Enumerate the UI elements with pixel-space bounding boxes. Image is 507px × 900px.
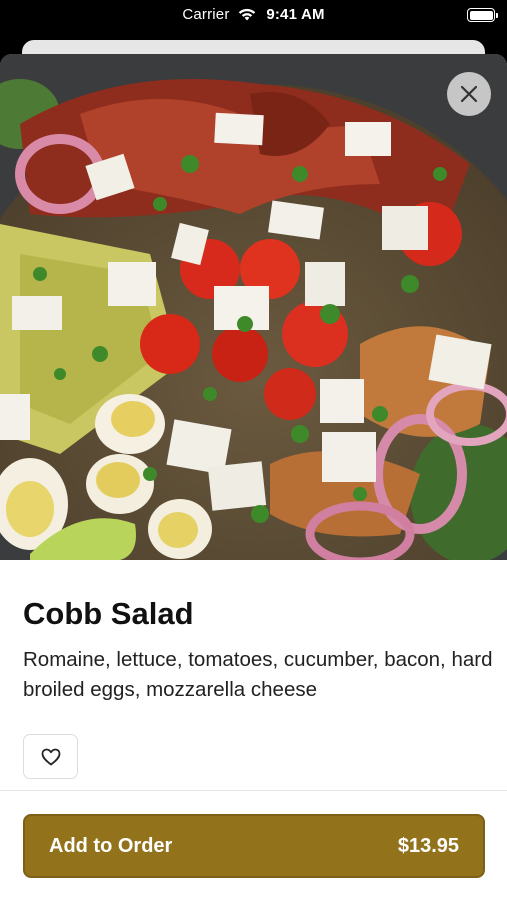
- wifi-icon: [238, 8, 256, 25]
- battery-icon: [467, 8, 498, 22]
- item-title: Cobb Salad: [23, 596, 194, 631]
- item-description: Romaine, lettuce, tomatoes, cucumber, ba…: [23, 648, 493, 701]
- clock-label: 9:41 AM: [266, 6, 325, 23]
- carrier-label: Carrier: [182, 6, 230, 23]
- heart-icon: [41, 748, 60, 765]
- status-center: Carrier 9:41 AM: [0, 6, 507, 25]
- price-label: $13.95: [397, 834, 459, 857]
- status-bar: Carrier 9:41 AM: [0, 0, 507, 36]
- salad-photo: [0, 54, 507, 560]
- divider: [0, 790, 507, 791]
- add-to-order-label: Add to Order: [49, 834, 173, 857]
- close-button[interactable]: [447, 72, 491, 116]
- favorite-button[interactable]: [23, 734, 78, 779]
- item-detail-sheet: Cobb Salad Romaine, lettuce, tomatoes, c…: [0, 54, 507, 900]
- close-icon: [460, 85, 478, 103]
- add-to-order-button[interactable]: Add to Order $13.95: [23, 814, 485, 878]
